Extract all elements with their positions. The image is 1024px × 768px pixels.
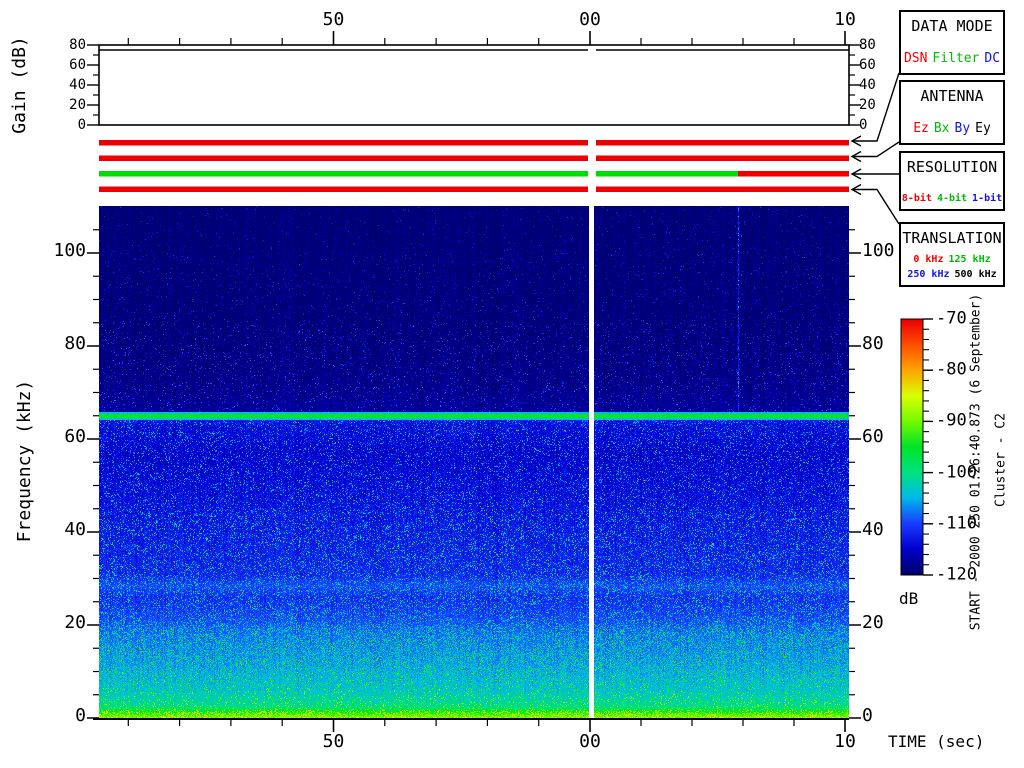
time-tick-label-bottom: 00 [579,731,601,752]
translation-title: TRANSLATION [902,229,1002,247]
data-mode-panel: DATA MODE DSN Filter DC [899,10,1005,75]
gain-tick-label: 20 [69,97,86,113]
freq-tick-label: 60 [64,426,86,447]
gain-axis-label: Gain (dB) [9,36,30,134]
time-tick-label-bottom: 10 [834,731,856,752]
antenna-options-row: Ez Bx By Ey [913,121,991,136]
translation-options-row: 250 kHz 500 kHz [907,269,996,280]
gain-tick-label: 80 [69,37,86,53]
axes-ticks-bars-arrows [87,31,933,732]
freq-tick-label: 80 [64,333,86,354]
gain-tick-label: 40 [859,77,876,93]
data-mode-option-filter: Filter [932,51,980,66]
data-mode-options-row: DSN Filter DC [904,51,1000,66]
antenna-panel: ANTENNA Ez Bx By Ey [899,80,1005,145]
data-mode-option-dc: DC [984,51,1001,66]
gain-tick-label: 0 [859,117,868,133]
freq-tick-label: 20 [64,612,86,633]
translation-options-row: 0 kHz 125 kHz [913,254,990,265]
wbd-spectrogram-display: Gain (dB) Frequency (kHz) TIME (sec) dB … [0,0,1024,768]
gain-tick-label: 0 [77,117,86,133]
freq-tick-label: 100 [862,240,895,261]
resolution-title: RESOLUTION [906,158,998,176]
colorbar-tick-label: -100 [936,462,977,483]
freq-tick-label: 80 [862,333,884,354]
antenna-option-ey: Ey [975,121,991,136]
freq-tick-label: 20 [862,612,884,633]
translation-options: 0 kHz 125 kHz 250 kHz 500 kHz [907,254,996,280]
time-tick-label-top: 50 [322,9,345,30]
translation-option-250-khz: 250 kHz [907,269,950,280]
time-tick-label-top: 10 [834,9,856,30]
translation-option-500-khz: 500 kHz [954,269,997,280]
freq-tick-label: 60 [862,426,884,447]
antenna-option-by: By [954,121,971,136]
gain-tick-label: 80 [859,37,876,53]
antenna-option-bx: Bx [933,121,950,136]
time-axis-label: TIME (sec) [888,732,985,751]
gain-tick-label: 40 [69,77,86,93]
data-mode-title: DATA MODE [911,17,993,35]
freq-tick-label: 100 [53,240,86,261]
resolution-option-4-bit: 4-bit [936,193,968,204]
colorbar-tick-label: -120 [936,564,977,585]
gain-tick-label: 20 [859,97,876,113]
gain-tick-label: 60 [859,57,876,73]
antenna-option-ez: Ez [913,121,929,136]
colorbar-tick-label: -80 [936,359,967,380]
translation-option-125-khz: 125 kHz [948,254,991,265]
antenna-options: Ez Bx By Ey [913,121,991,136]
resolution-panel: RESOLUTION 8-bit 4-bit 1-bit [899,151,1005,211]
frequency-axis-label: Frequency (kHz) [14,379,35,543]
colorbar-tick-label: -110 [936,513,977,534]
time-tick-label-bottom: 50 [322,731,345,752]
freq-tick-label: 0 [75,705,86,726]
resolution-option-1-bit: 1-bit [972,193,1003,204]
translation-panel: TRANSLATION 0 kHz 125 kHz 250 kHz 500 kHz [899,222,1005,287]
freq-tick-label: 0 [862,705,873,726]
spacecraft-label: Cluster - C2 [993,413,1009,507]
resolution-option-8-bit: 8-bit [901,193,932,204]
freq-tick-label: 40 [862,519,884,540]
translation-option-0-khz: 0 kHz [913,254,944,265]
colorbar-tick-label: -70 [936,308,967,329]
colorbar-unit-label: dB [899,589,919,608]
resolution-options: 8-bit 4-bit 1-bit [902,193,1002,204]
data-mode-options: DSN Filter DC [904,51,1000,66]
gain-tick-label: 60 [69,57,86,73]
time-tick-label-top: 00 [579,9,601,30]
colorbar-tick-label: -90 [936,410,967,431]
freq-tick-label: 40 [64,519,86,540]
data-mode-option-dsn: DSN [903,51,928,66]
antenna-title: ANTENNA [920,87,984,105]
resolution-options-row: 8-bit 4-bit 1-bit [902,193,1002,204]
